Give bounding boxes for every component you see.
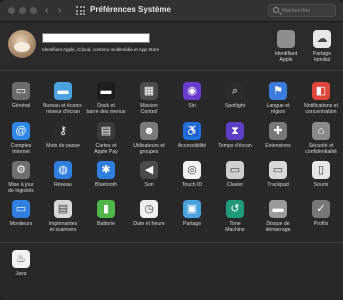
network-icon: ◍ bbox=[54, 161, 72, 179]
sharing-icon: ▣ bbox=[183, 200, 201, 218]
language-region-icon: ⚑ bbox=[269, 82, 287, 100]
sound-icon: ◀ bbox=[140, 161, 158, 179]
pref-pane-language-region[interactable]: ⚑ Langue et région bbox=[255, 82, 301, 126]
search-field[interactable] bbox=[268, 4, 336, 17]
apple-id-icon bbox=[277, 30, 295, 48]
keyboard-icon: ▭ bbox=[226, 161, 244, 179]
pref-pane-profiles[interactable]: ✓ Profils bbox=[298, 200, 343, 244]
show-all-grid-icon[interactable] bbox=[76, 6, 85, 15]
mission-control-icon: ▦ bbox=[140, 82, 158, 100]
battery-icon: ▮ bbox=[97, 200, 115, 218]
dock-menubar-icon: ▬ bbox=[97, 82, 115, 100]
pref-pane-siri[interactable]: ◉ Siri bbox=[169, 82, 215, 126]
pref-pane-battery[interactable]: ▮ Batterie bbox=[83, 200, 129, 244]
displays-icon: ▭ bbox=[12, 200, 30, 218]
security-privacy-icon: ⌂ bbox=[312, 122, 330, 140]
system-preferences-window: ‹ › Préférences Système Identifiant Appl… bbox=[0, 0, 343, 300]
pref-pane-network[interactable]: ◍ Réseau bbox=[40, 161, 86, 205]
pref-pane-java[interactable]: ♨ Java bbox=[0, 250, 44, 294]
window-title: Préférences Système bbox=[90, 5, 171, 14]
pref-pane-notifications[interactable]: ◧ Notifications et concentration bbox=[298, 82, 343, 126]
avatar[interactable] bbox=[8, 30, 36, 58]
users-groups-icon: ☻ bbox=[140, 122, 158, 140]
divider bbox=[0, 242, 343, 243]
pref-pane-printers-scanners[interactable]: ▤ Imprimantes et scanners bbox=[40, 200, 86, 244]
pref-pane-label: Partage familial bbox=[312, 51, 332, 63]
account-subtitle: Identifiant Apple, iCloud, contenu multi… bbox=[42, 47, 160, 52]
pref-pane-label: Profils bbox=[313, 221, 329, 227]
general-icon: ▭ bbox=[12, 82, 30, 100]
pref-pane-family-sharing[interactable]: ☁ Partage familial bbox=[299, 30, 343, 74]
pref-pane-time-machine[interactable]: ↺ Time Machine bbox=[212, 200, 258, 244]
pref-pane-label: Notifications et concentration bbox=[303, 103, 339, 115]
pref-pane-label: Souris bbox=[313, 182, 329, 188]
pref-pane-users-groups[interactable]: ☻ Utilisateurs et groupes bbox=[126, 122, 172, 166]
printers-scanners-icon: ▤ bbox=[54, 200, 72, 218]
pref-pane-keyboard[interactable]: ▭ Clavier bbox=[212, 161, 258, 205]
startup-disk-icon: ▬ bbox=[269, 200, 287, 218]
back-button[interactable]: ‹ bbox=[45, 4, 48, 17]
pref-pane-passwords[interactable]: ⚷ Mots de passe bbox=[40, 122, 86, 166]
pref-pane-trackpad[interactable]: ▭ Trackpad bbox=[255, 161, 301, 205]
pref-pane-startup-disk[interactable]: ▬ Disque de démarrage bbox=[255, 200, 301, 244]
profiles-icon: ✓ bbox=[312, 200, 330, 218]
family-sharing-icon: ☁ bbox=[313, 30, 331, 48]
pref-pane-label: Java bbox=[15, 271, 27, 277]
spotlight-icon: ⌕ bbox=[226, 82, 244, 100]
pref-pane-screen-time[interactable]: ⧗ Temps d'écran bbox=[212, 122, 258, 166]
divider bbox=[0, 70, 343, 71]
pref-pane-security-privacy[interactable]: ⌂ Sécurité et confidentialité bbox=[298, 122, 343, 166]
date-time-icon: ◷ bbox=[140, 200, 158, 218]
extensions-icon: ✚ bbox=[269, 122, 287, 140]
java-icon: ♨ bbox=[12, 250, 30, 268]
software-update-icon: ⚙ bbox=[12, 161, 30, 179]
zoom-window-button[interactable] bbox=[30, 7, 37, 14]
pref-pane-accessibility[interactable]: ♿ Accessibilité bbox=[169, 122, 215, 166]
touch-id-icon: ◎ bbox=[183, 161, 201, 179]
pref-pane-label: Sécurité et confidentialité bbox=[305, 143, 337, 155]
titlebar: ‹ › Préférences Système bbox=[0, 0, 343, 22]
pref-pane-touch-id[interactable]: ◎ Touch ID bbox=[169, 161, 215, 205]
internet-accounts-icon: @ bbox=[12, 122, 30, 140]
screen-time-icon: ⧗ bbox=[226, 122, 244, 140]
accessibility-icon: ♿ bbox=[183, 122, 201, 140]
search-icon bbox=[273, 7, 279, 13]
bluetooth-icon: ✱ bbox=[97, 161, 115, 179]
pref-pane-bluetooth[interactable]: ✱ Bluetooth bbox=[83, 161, 129, 205]
forward-button[interactable]: › bbox=[58, 4, 61, 17]
mouse-icon: ▯ bbox=[312, 161, 330, 179]
siri-icon: ◉ bbox=[183, 82, 201, 100]
notifications-icon: ◧ bbox=[312, 82, 330, 100]
pref-pane-sound[interactable]: ◀ Son bbox=[126, 161, 172, 205]
passwords-icon: ⚷ bbox=[54, 122, 72, 140]
account-name-redacted bbox=[42, 33, 150, 43]
minimize-window-button[interactable] bbox=[19, 7, 26, 14]
time-machine-icon: ↺ bbox=[226, 200, 244, 218]
pref-pane-sharing[interactable]: ▣ Partage bbox=[169, 200, 215, 244]
pref-pane-extensions[interactable]: ✚ Extensions bbox=[255, 122, 301, 166]
desktop-screensaver-icon: ▬ bbox=[54, 82, 72, 100]
pref-pane-date-time[interactable]: ◷ Date et heure bbox=[126, 200, 172, 244]
trackpad-icon: ▭ bbox=[269, 161, 287, 179]
pref-pane-mouse[interactable]: ▯ Souris bbox=[298, 161, 343, 205]
search-input[interactable] bbox=[282, 6, 334, 16]
pref-pane-wallet-applepay[interactable]: ▤ Cartes et Apple Pay bbox=[83, 122, 129, 166]
pref-pane-desktop-screensaver[interactable]: ▬ Bureau et écono- miseur d'écran bbox=[40, 82, 86, 126]
pref-pane-dock-menubar[interactable]: ▬ Dock et barre des menus bbox=[83, 82, 129, 126]
close-window-button[interactable] bbox=[8, 7, 15, 14]
pref-pane-mission-control[interactable]: ▦ Mission Control bbox=[126, 82, 172, 126]
wallet-applepay-icon: ▤ bbox=[97, 122, 115, 140]
pref-pane-spotlight[interactable]: ⌕ Spotlight bbox=[212, 82, 258, 126]
